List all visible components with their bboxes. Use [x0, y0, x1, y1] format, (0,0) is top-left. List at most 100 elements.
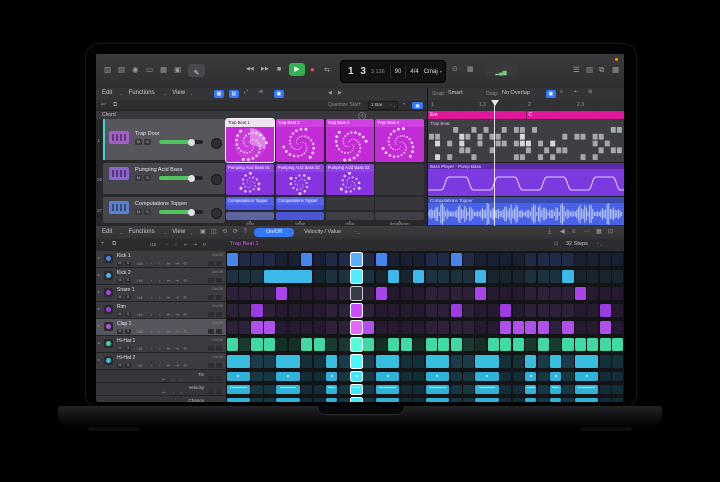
row-control-icon[interactable]: ⟲ — [183, 329, 187, 335]
settings-icon[interactable]: ▦ — [612, 66, 619, 74]
row-control-icon[interactable]: ‹ — [151, 346, 153, 351]
step-cell-off[interactable] — [513, 287, 524, 300]
row-control-icon[interactable]: ‹ — [151, 278, 153, 283]
step-cell-on[interactable] — [276, 287, 287, 300]
step-cell-off[interactable] — [401, 398, 412, 403]
loop-cell[interactable]: Computations Topper — [226, 197, 274, 210]
row-control-icon[interactable]: ⟲ — [183, 363, 187, 369]
row-option-button[interactable] — [208, 346, 214, 351]
step-cell-off[interactable] — [314, 304, 325, 317]
step-cell-off[interactable] — [388, 304, 399, 317]
forward-button[interactable]: ▶▶ — [261, 66, 269, 72]
sequencer-menu-view[interactable]: View — [172, 229, 185, 235]
step-cell-on[interactable] — [451, 338, 462, 351]
row-solo-button[interactable]: S — [125, 363, 131, 368]
step-cell-off[interactable] — [251, 270, 262, 283]
step-cell-off[interactable] — [401, 321, 412, 334]
volume-knob[interactable] — [188, 139, 195, 146]
row-rate-select[interactable]: /16 — [137, 295, 143, 300]
zoom-icon[interactable]: ⊞ — [588, 90, 592, 95]
mute-button[interactable]: M — [135, 175, 142, 181]
step-cell-off[interactable] — [276, 321, 287, 334]
row-control-icon[interactable]: ‹ — [151, 261, 153, 266]
disclosure-triangle-icon[interactable]: ▸ — [98, 272, 100, 277]
step-cell-off[interactable] — [500, 372, 511, 381]
step-cell-off[interactable] — [289, 321, 300, 334]
step-cell-on[interactable] — [376, 372, 399, 381]
step-cell-on[interactable] — [351, 372, 362, 381]
rewind-mini-icon[interactable]: ◀ — [560, 229, 565, 235]
step-cell-off[interactable] — [388, 253, 399, 266]
step-cell-on[interactable] — [264, 321, 275, 334]
quick-help-icon[interactable]: ◉ — [132, 66, 139, 74]
note-icon[interactable]: ◫ — [211, 229, 217, 235]
step-cell-off[interactable] — [301, 287, 312, 300]
step-cell-off[interactable] — [575, 253, 586, 266]
editors-icon[interactable]: ▣ — [174, 66, 181, 74]
step-cell-on[interactable] — [550, 372, 561, 381]
step-cell-on[interactable] — [351, 270, 362, 283]
step-cell-off[interactable] — [550, 304, 561, 317]
step-cell-off[interactable] — [413, 287, 424, 300]
step-cell-on[interactable] — [575, 355, 598, 368]
step-cell-off[interactable] — [587, 270, 598, 283]
row-mute-button[interactable]: M — [117, 295, 123, 300]
step-cell-off[interactable] — [363, 270, 374, 283]
step-cell-off[interactable] — [426, 253, 437, 266]
mute-button[interactable]: M — [135, 209, 142, 215]
step-cell-on[interactable] — [426, 355, 449, 368]
step-cell-on[interactable] — [562, 321, 573, 334]
step-cell-off[interactable] — [538, 287, 549, 300]
step-cell-off[interactable] — [488, 304, 499, 317]
row-control-icon[interactable]: ⟲ — [183, 295, 187, 301]
step-cell-off[interactable] — [314, 321, 325, 334]
step-cell-on[interactable] — [612, 338, 623, 351]
row-option-button[interactable] — [208, 329, 214, 334]
row-option-button[interactable] — [216, 295, 222, 300]
step-cell-on[interactable] — [376, 253, 387, 266]
row-control-icon[interactable]: ⇥ — [175, 295, 179, 301]
step-cell-off[interactable] — [575, 304, 586, 317]
step-cell-off[interactable] — [289, 253, 300, 266]
step-cell-on[interactable] — [600, 304, 611, 317]
step-cell-off[interactable] — [363, 304, 374, 317]
step-cell-off[interactable] — [363, 372, 374, 381]
row-control-icon[interactable]: › — [159, 295, 161, 300]
step-cell-off[interactable] — [562, 355, 573, 368]
step-cell-off[interactable] — [451, 321, 462, 334]
step-cell-off[interactable] — [426, 304, 437, 317]
volume-slider[interactable] — [159, 140, 203, 144]
library-icon[interactable]: ▥ — [104, 66, 111, 74]
row-solo-button[interactable]: S — [125, 312, 131, 317]
row-rate-select[interactable]: /16 — [137, 329, 143, 334]
loop-cell[interactable]: Trap Beat 2 — [276, 119, 324, 162]
step-cell-off[interactable] — [401, 372, 412, 381]
row-option-button[interactable] — [216, 261, 222, 266]
disclosure-triangle-icon[interactable]: ▸ — [98, 255, 100, 260]
step-cell-off[interactable] — [525, 270, 536, 283]
row-header-hi-hat-2[interactable]: ▸Hi-Hat 2On/OffMS/16‹›⇤⇥⟲ — [96, 353, 226, 370]
step-cell-off[interactable] — [538, 385, 549, 394]
step-cell-on[interactable] — [301, 253, 312, 266]
cycle-button[interactable]: ⇆ — [324, 66, 330, 74]
step-cell-off[interactable] — [314, 372, 325, 381]
row-control-icon[interactable]: ⇥ — [175, 329, 179, 335]
list-editors-icon[interactable]: ☰ — [573, 66, 580, 74]
row-option-button[interactable] — [208, 363, 214, 368]
inspector-icon[interactable]: ▤ — [118, 66, 125, 74]
step-cell-off[interactable] — [413, 338, 424, 351]
row-mute-button[interactable]: M — [117, 329, 123, 334]
step-cell-off[interactable] — [413, 253, 424, 266]
step-cell-on[interactable] — [475, 385, 498, 394]
undo-icon[interactable]: ⟲ — [222, 229, 227, 235]
scene-trigger-breakdown[interactable]: ⌃ — [375, 212, 423, 220]
step-cell-off[interactable] — [339, 385, 350, 394]
prev-page-icon[interactable]: ◀ — [328, 91, 332, 96]
step-cell-off[interactable] — [376, 321, 387, 334]
step-cell-on[interactable] — [451, 304, 462, 317]
smart-controls-icon[interactable]: ▭ — [146, 66, 153, 74]
step-cell-on[interactable] — [388, 338, 399, 351]
live-loops-menu-view[interactable]: View — [172, 90, 185, 96]
step-cell-on[interactable] — [413, 270, 424, 283]
step-cell-on[interactable] — [276, 385, 299, 394]
